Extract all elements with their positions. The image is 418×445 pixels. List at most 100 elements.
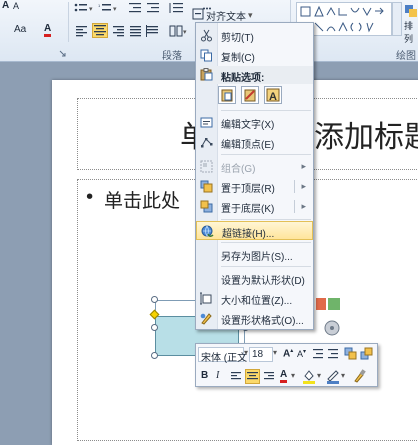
- paste-options-header: 粘贴选项:: [196, 66, 313, 84]
- menu-item-label: 设置为默认形状(D): [221, 276, 305, 287]
- menu-item-size-position[interactable]: 大小和位置(Z)...: [196, 289, 313, 308]
- paste-text-only-button[interactable]: A: [264, 86, 282, 104]
- arrange-button[interactable]: 排列: [404, 4, 418, 44]
- font-color-button[interactable]: A: [280, 369, 288, 383]
- align-right-button[interactable]: [111, 24, 127, 38]
- drawing-group-label: 绘图: [396, 51, 416, 62]
- menu-item-cut[interactable]: 剪切(T): [196, 26, 313, 45]
- menu-separator: [221, 219, 311, 220]
- paragraph-group-label: 段落: [162, 51, 182, 62]
- chevron-down-icon[interactable]: ▾: [317, 371, 321, 380]
- menu-item-edit-text[interactable]: 编辑文字(X): [196, 113, 313, 132]
- menu-item-set-default-shape[interactable]: 设置为默认形状(D): [196, 269, 313, 288]
- bullets-button[interactable]: ▾: [74, 2, 96, 14]
- align-center-button[interactable]: [245, 369, 260, 384]
- numbering-button[interactable]: 1 ▾: [98, 2, 120, 14]
- font-color-button[interactable]: A: [44, 23, 52, 37]
- menu-item-label: 置于底层(K): [221, 204, 275, 215]
- increase-indent-icon[interactable]: [327, 348, 339, 360]
- menu-item-format-shape[interactable]: 设置形状格式(O)...: [196, 309, 313, 328]
- menu-item-copy[interactable]: 复制(C): [196, 46, 313, 65]
- svg-text:1: 1: [98, 3, 101, 8]
- chevron-down-icon[interactable]: ▾: [273, 348, 277, 357]
- distributed-button[interactable]: [145, 24, 161, 38]
- font-size-box[interactable]: 18: [249, 347, 273, 362]
- paste-icon: [200, 68, 213, 81]
- paste-use-destination-button[interactable]: [218, 86, 236, 104]
- outline-color-icon[interactable]: [326, 369, 340, 384]
- align-right-icon[interactable]: [263, 371, 275, 382]
- columns-icon: ▾: [169, 25, 187, 37]
- ribbon-text-direction-button[interactable]: [196, 2, 218, 10]
- dialog-launcher-icon[interactable]: [59, 48, 66, 60]
- increase-indent-icon: [147, 3, 159, 13]
- increase-indent-button[interactable]: [146, 2, 160, 14]
- menu-item-save-as-picture[interactable]: 另存为图片(S)...: [196, 245, 313, 264]
- svg-text:▾: ▾: [183, 29, 187, 36]
- context-menu: 剪切(T) 复制(C) 粘贴选项: A 编辑文字(X) 编辑顶点(E) 组合(G…: [195, 22, 314, 330]
- menu-item-label: 剪切(T): [221, 33, 254, 44]
- decrease-indent-icon[interactable]: [312, 348, 324, 360]
- resize-handle[interactable]: [151, 296, 158, 303]
- align-right-icon: [113, 26, 124, 37]
- change-case-button[interactable]: Aa: [14, 24, 26, 35]
- resize-handle[interactable]: [151, 324, 158, 331]
- align-left-icon: [76, 26, 87, 37]
- hyperlink-icon: [201, 225, 214, 238]
- menu-item-label: 复制(C): [221, 53, 255, 64]
- align-left-icon[interactable]: [230, 371, 242, 382]
- svg-text:▾: ▾: [89, 6, 93, 13]
- menu-item-hyperlink[interactable]: 超链接(H)...: [196, 221, 313, 240]
- justify-icon: [130, 26, 141, 37]
- menu-item-bring-to-front[interactable]: 置于顶层(R) ▸: [196, 177, 313, 196]
- body-bullet: •: [84, 186, 96, 208]
- justify-button[interactable]: [128, 24, 144, 38]
- arrange-icon[interactable]: [360, 347, 373, 360]
- line-spacing-button[interactable]: [168, 2, 188, 14]
- submenu-arrow-icon: ▸: [301, 181, 306, 191]
- bold-button[interactable]: B: [201, 370, 208, 381]
- font-name-value: 宋体 (正文: [201, 353, 248, 364]
- content-insert-icons[interactable]: [316, 296, 346, 342]
- font-name-box[interactable]: 宋体 (正文: [198, 347, 248, 364]
- align-center-button[interactable]: [92, 23, 108, 38]
- gallery-scroll[interactable]: [392, 2, 402, 36]
- menu-item-edit-points[interactable]: 编辑顶点(E): [196, 133, 313, 152]
- fill-color-icon[interactable]: [302, 369, 316, 384]
- menu-item-label: 置于顶层(R): [221, 184, 275, 195]
- mini-toolbar: 宋体 (正文 ▾ 18 ▾ A▴ A▾ B I A ▾ ▾ ▾: [195, 343, 378, 387]
- menu-item-label: 组合(G): [221, 164, 256, 175]
- menu-item-label: 设置形状格式(O)...: [221, 316, 304, 327]
- format-painter-icon[interactable]: [344, 347, 357, 360]
- grow-font-button[interactable]: A: [2, 0, 9, 11]
- italic-button[interactable]: I: [216, 370, 219, 381]
- chevron-down-icon[interactable]: ▾: [291, 371, 295, 380]
- distributed-icon: [146, 25, 158, 37]
- chevron-down-icon: ▾: [248, 10, 253, 20]
- align-left-button[interactable]: [74, 24, 90, 38]
- format-painter-brush-icon[interactable]: [352, 369, 366, 384]
- columns-button[interactable]: ▾: [168, 24, 188, 38]
- menu-item-label: 编辑顶点(E): [221, 140, 275, 151]
- menu-item-label: 另存为图片(S)...: [221, 252, 293, 263]
- grow-font-icon[interactable]: A▴: [283, 347, 293, 359]
- arrange-icon: [405, 5, 417, 17]
- title-text-right: 添加标题: [314, 120, 418, 155]
- paste-text-icon: A: [266, 88, 280, 103]
- menu-separator: [221, 110, 311, 111]
- paste-keep-source-button[interactable]: [241, 86, 259, 104]
- bring-front-icon: [200, 180, 213, 193]
- chevron-down-icon[interactable]: ▾: [341, 371, 345, 380]
- resize-handle[interactable]: [151, 352, 158, 359]
- menu-item-send-to-back[interactable]: 置于底层(K) ▸: [196, 197, 313, 216]
- chevron-down-icon[interactable]: ▾: [244, 348, 248, 357]
- svg-text:A: A: [269, 91, 277, 103]
- align-center-icon: [94, 25, 106, 36]
- menu-item-group[interactable]: 组合(G) ▸: [196, 157, 313, 176]
- decrease-indent-button[interactable]: [128, 2, 142, 14]
- numbering-icon: 1▾: [98, 3, 117, 13]
- shrink-font-icon[interactable]: A▾: [297, 348, 306, 359]
- decrease-indent-icon: [129, 3, 141, 13]
- shrink-font-button[interactable]: A: [13, 1, 19, 11]
- menu-item-label: 超链接(H)...: [222, 229, 275, 240]
